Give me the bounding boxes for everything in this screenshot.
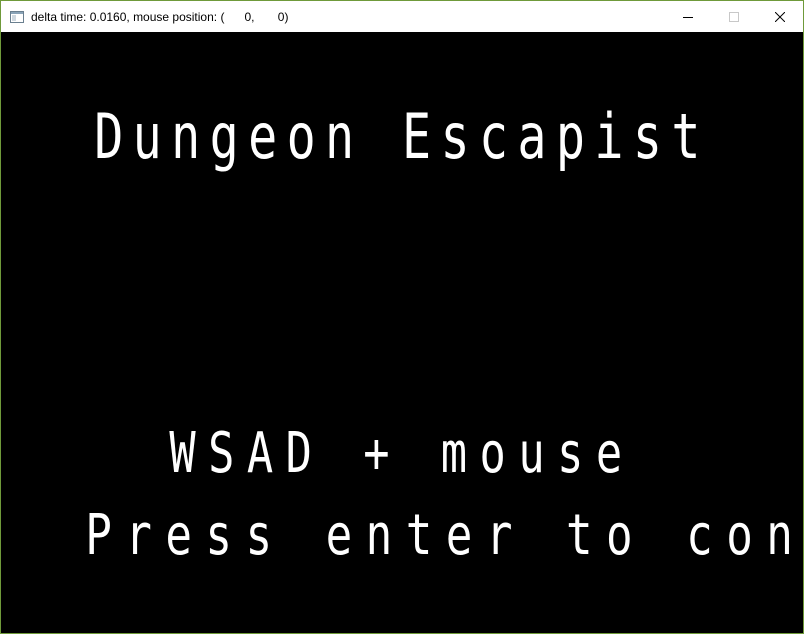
maximize-icon (729, 11, 739, 22)
maximize-button[interactable] (711, 1, 757, 32)
app-window: delta time: 0.0160, mouse position: ( 0,… (0, 0, 804, 634)
game-title: Dungeon Escapist (94, 100, 710, 173)
close-icon (775, 11, 785, 22)
window-app-icon[interactable] (9, 9, 25, 25)
controls-hint: WSAD + mouse (169, 421, 635, 486)
continue-prompt: Press enter to continue (85, 503, 804, 568)
window-title: delta time: 0.0160, mouse position: ( 0,… (31, 9, 289, 24)
minimize-icon (683, 16, 693, 18)
window-controls (665, 1, 803, 32)
game-canvas[interactable]: Dungeon Escapist WSAD + mouse Press ente… (1, 32, 803, 633)
close-button[interactable] (757, 1, 803, 32)
title-bar[interactable]: delta time: 0.0160, mouse position: ( 0,… (1, 1, 803, 32)
minimize-button[interactable] (665, 1, 711, 32)
